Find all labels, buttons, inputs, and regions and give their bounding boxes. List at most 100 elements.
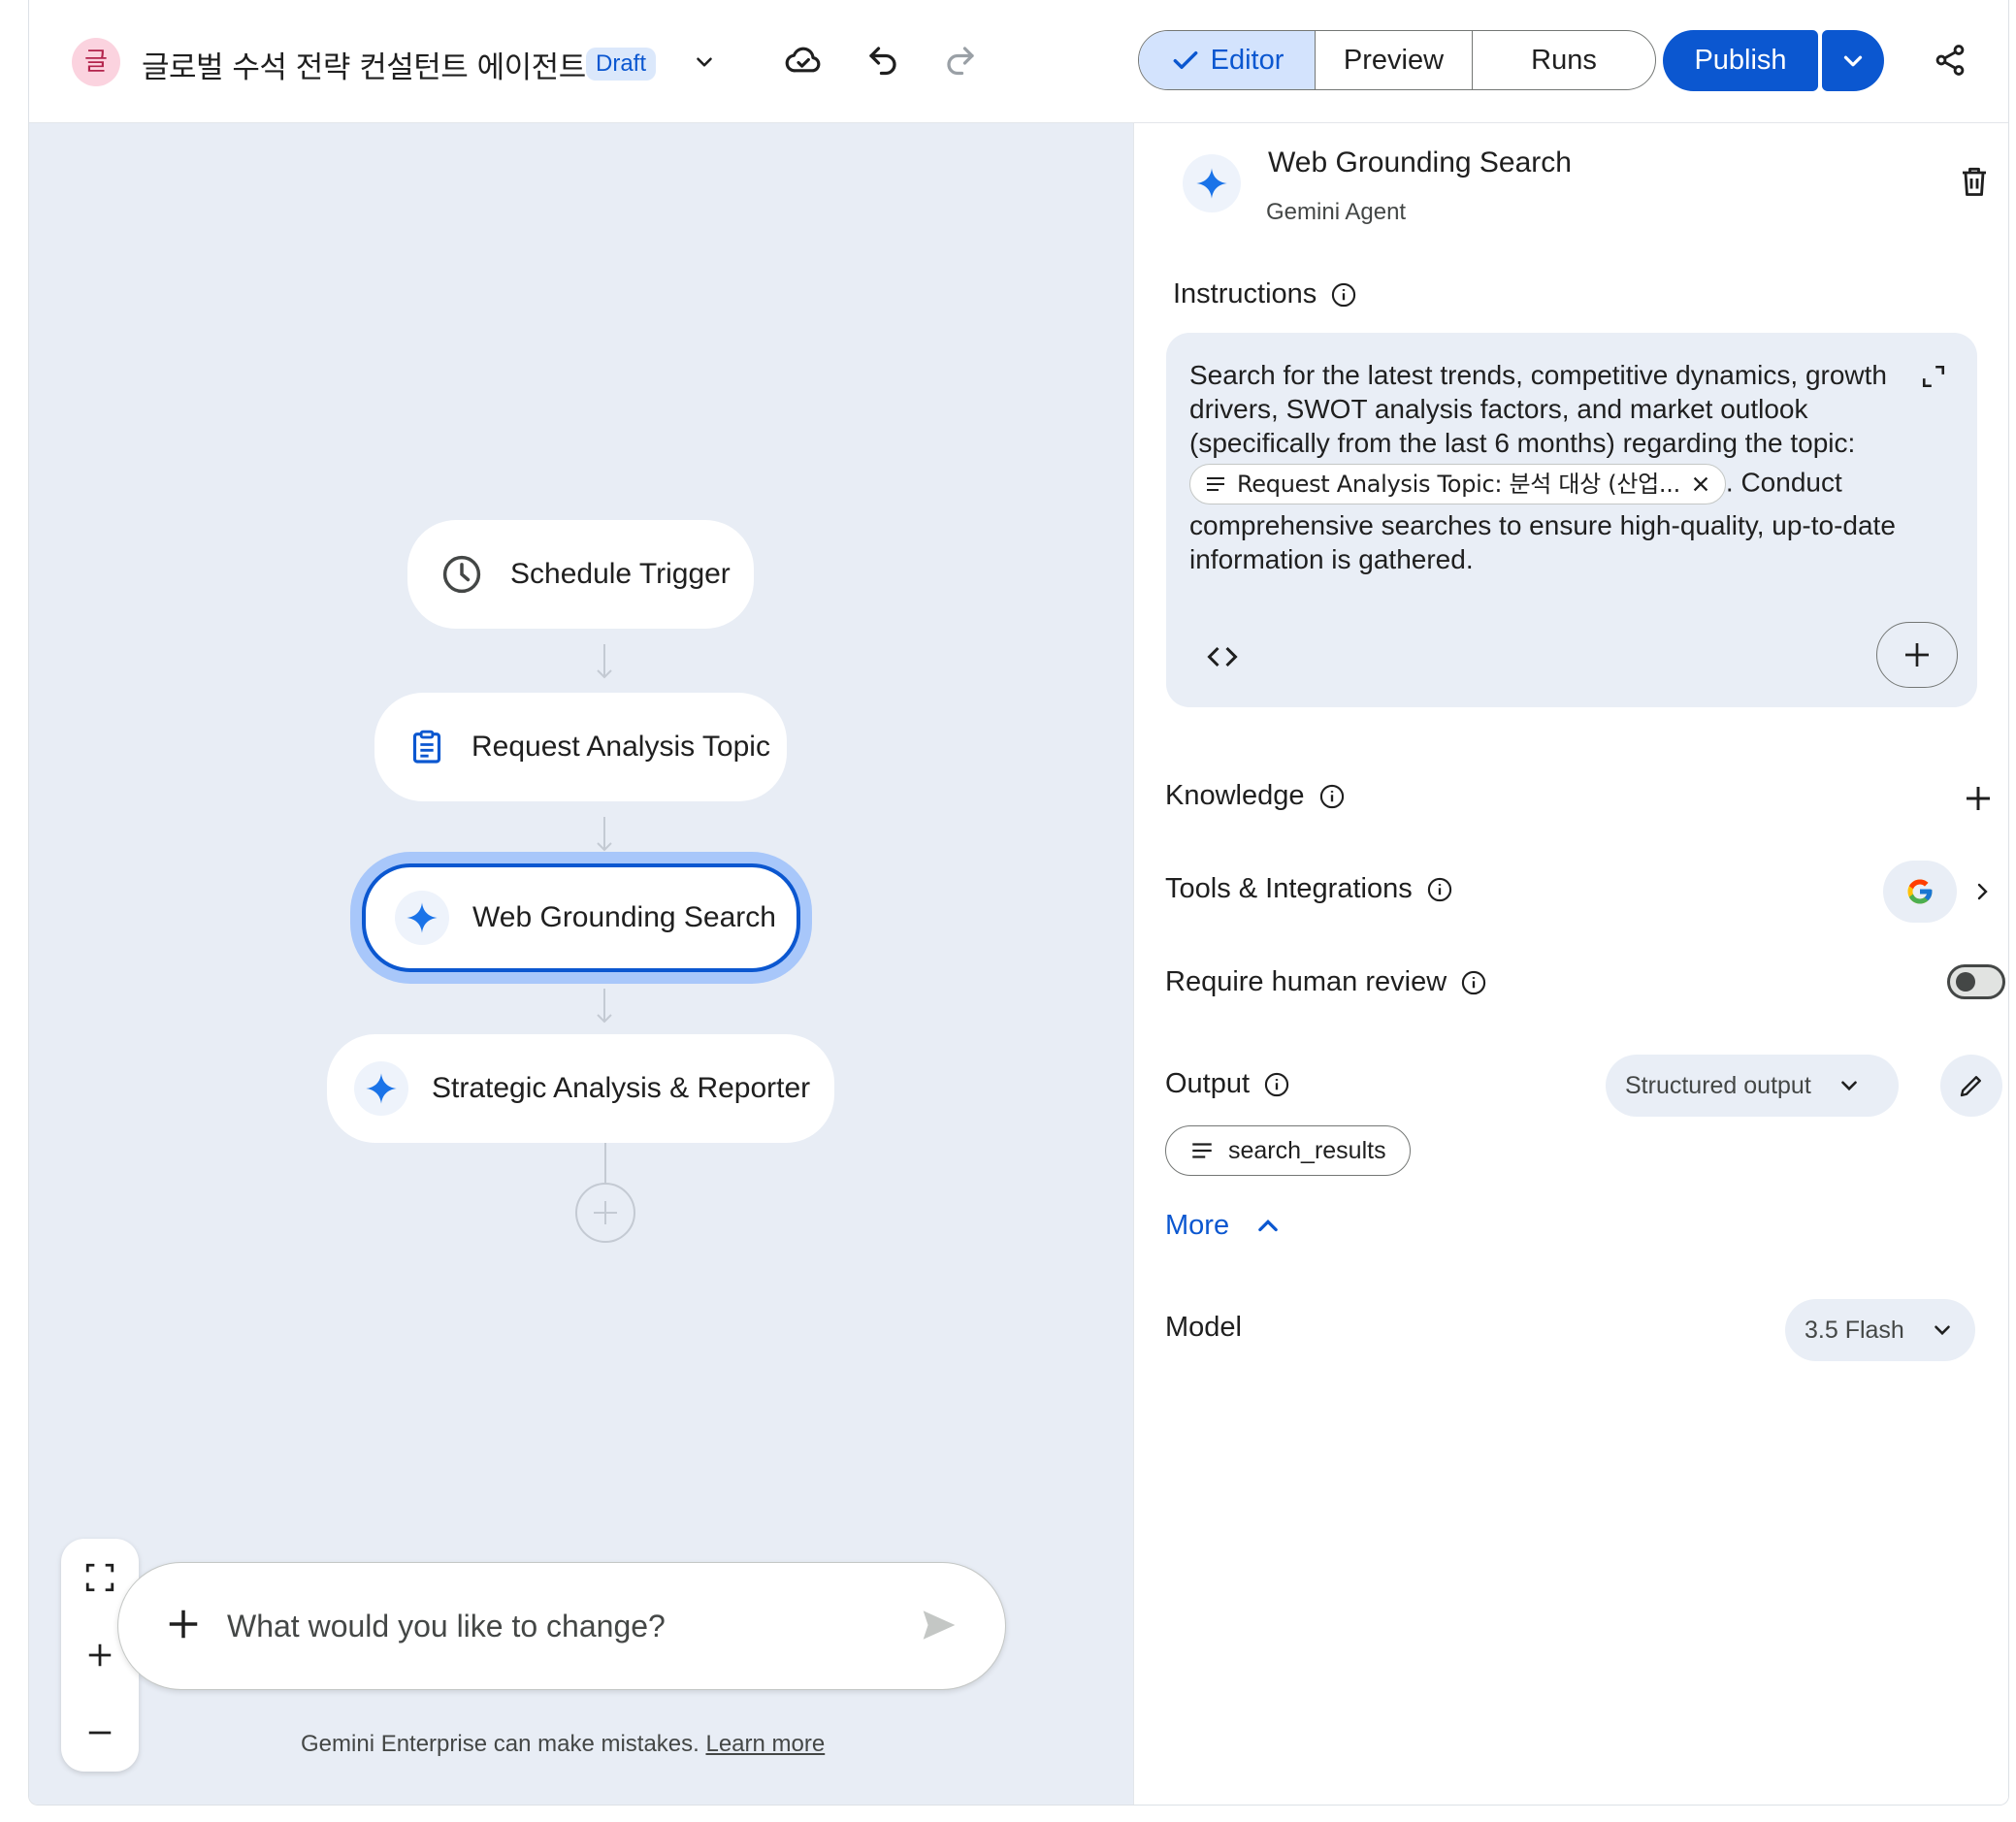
delete-button[interactable] (1957, 164, 1992, 199)
output-label: Output (1165, 1068, 1290, 1100)
plus-icon (1967, 787, 1990, 810)
info-icon (1332, 282, 1356, 307)
variable-chip[interactable]: Request Analysis Topic: 분석 대상 (산업... (1189, 464, 1726, 504)
node-web-grounding-search[interactable]: Web Grounding Search (362, 863, 800, 972)
publish-button[interactable]: Publish (1663, 30, 1818, 91)
lines-icon (1207, 477, 1224, 491)
instructions-text[interactable]: Search for the latest trends, competitiv… (1189, 358, 1927, 576)
chevron-up-icon (1258, 1219, 1278, 1231)
plus-icon (1905, 643, 1929, 667)
info-icon (1462, 970, 1486, 994)
publish-options-button[interactable] (1822, 30, 1884, 91)
variable-chip-label: Request Analysis Topic: 분석 대상 (산업... (1237, 470, 1680, 498)
add-node-button[interactable] (573, 1143, 637, 1244)
instructions-editor[interactable]: Search for the latest trends, competitiv… (1166, 333, 1977, 707)
node-settings-panel: Web Grounding Search Gemini Agent Instru… (1133, 123, 2008, 1805)
more-label: More (1165, 1210, 1230, 1241)
tab-runs[interactable]: Runs (1473, 31, 1655, 89)
info-icon (1264, 1072, 1289, 1096)
send-icon (923, 1611, 956, 1640)
instructions-text-before: Search for the latest trends, competitiv… (1189, 360, 1887, 458)
model-dropdown[interactable]: 3.5 Flash (1785, 1299, 1975, 1361)
learn-more-link[interactable]: Learn more (705, 1731, 825, 1757)
agent-title[interactable]: 글로벌 수석 전략 컨설턴트 에이전트 (142, 43, 586, 86)
disclaimer-text: Gemini Enterprise can make mistakes. (301, 1731, 699, 1757)
tools-label: Tools & Integrations (1165, 873, 1453, 905)
info-icon (1427, 877, 1451, 901)
chat-input[interactable] (225, 1600, 889, 1652)
minus-icon (88, 1731, 112, 1735)
output-field-name: search_results (1228, 1136, 1386, 1164)
knowledge-label: Knowledge (1165, 780, 1346, 812)
instructions-label-text: Instructions (1173, 278, 1317, 309)
human-review-toggle[interactable] (1947, 964, 2005, 999)
edit-output-button[interactable] (1940, 1055, 2002, 1117)
zoom-out-button[interactable] (61, 1702, 139, 1764)
output-mode-value: Structured output (1625, 1071, 1811, 1099)
tab-editor[interactable]: Editor (1139, 31, 1316, 89)
human-review-label: Require human review (1165, 966, 1487, 998)
sparkle-icon (354, 1061, 408, 1116)
plus-icon (169, 1610, 198, 1639)
node-label: Request Analysis Topic (471, 731, 770, 763)
chevron-down-icon[interactable] (681, 39, 728, 85)
add-attachment-button[interactable] (165, 1606, 202, 1643)
chevron-down-icon (1935, 1325, 1950, 1336)
send-button[interactable] (920, 1608, 959, 1643)
node-strategic-analysis-reporter[interactable]: Strategic Analysis & Reporter (327, 1034, 834, 1143)
fullscreen-icon (85, 1563, 114, 1592)
tools-chevron-right-icon[interactable] (1970, 878, 1994, 905)
redo-icon[interactable] (937, 37, 984, 83)
tools-label-text: Tools & Integrations (1165, 873, 1413, 904)
disclaimer: Gemini Enterprise can make mistakes. Lea… (301, 1731, 825, 1758)
pencil-icon (1960, 1076, 1981, 1097)
output-label-text: Output (1165, 1068, 1251, 1099)
workflow-canvas[interactable]: Schedule Trigger Request Analysis Topic … (29, 123, 1133, 1805)
expand-editor-button[interactable] (1921, 364, 1946, 389)
add-knowledge-button[interactable] (1963, 783, 1994, 814)
sparkle-icon (1183, 154, 1241, 212)
cloud-saved-icon[interactable] (780, 37, 827, 83)
connector-arrow (595, 987, 614, 1025)
instructions-label: Instructions (1173, 278, 1357, 310)
code-view-button[interactable] (1205, 639, 1240, 674)
tab-runs-label: Runs (1531, 44, 1597, 76)
code-icon (1207, 646, 1238, 667)
lines-icon (1192, 1143, 1212, 1158)
avatar[interactable]: 글 (72, 38, 120, 86)
output-mode-dropdown[interactable]: Structured output (1606, 1055, 1899, 1117)
tab-preview[interactable]: Preview (1316, 31, 1473, 89)
tab-preview-label: Preview (1343, 44, 1445, 76)
share-icon[interactable] (1927, 37, 1973, 83)
expand-icon (1922, 365, 1945, 388)
app-window: 글 글로벌 수석 전략 컨설턴트 에이전트 Draft Editor Previ… (28, 0, 2009, 1806)
undo-icon[interactable] (860, 37, 906, 83)
status-badge: Draft (586, 48, 657, 81)
chat-composer (117, 1562, 1006, 1690)
chevron-down-icon (1843, 55, 1863, 66)
node-schedule-trigger[interactable]: Schedule Trigger (407, 520, 754, 629)
more-toggle[interactable]: More (1165, 1210, 1282, 1242)
node-label: Strategic Analysis & Reporter (432, 1072, 811, 1104)
human-review-label-text: Require human review (1165, 966, 1447, 997)
insert-variable-button[interactable] (1876, 622, 1958, 688)
check-icon (1170, 45, 1201, 76)
output-field-chip[interactable]: search_results (1165, 1125, 1411, 1176)
close-icon (1693, 476, 1708, 492)
clock-icon (440, 553, 483, 596)
node-request-analysis-topic[interactable]: Request Analysis Topic (374, 693, 787, 801)
info-icon (1319, 784, 1344, 808)
chevron-down-icon (1840, 1081, 1857, 1091)
trash-icon (1963, 167, 1986, 196)
connector-arrow (595, 642, 614, 681)
clipboard-icon (407, 728, 446, 766)
plus-icon (88, 1643, 112, 1667)
mode-tabs: Editor Preview Runs (1138, 30, 1656, 90)
google-search-tool[interactable] (1883, 861, 1957, 923)
toggle-knob (1956, 972, 1975, 992)
panel-title[interactable]: Web Grounding Search (1268, 146, 1572, 179)
model-label: Model (1165, 1312, 1242, 1344)
knowledge-label-text: Knowledge (1165, 780, 1305, 811)
top-bar: 글 글로벌 수석 전략 컨설턴트 에이전트 Draft Editor Previ… (29, 0, 2008, 123)
model-label-text: Model (1165, 1312, 1242, 1343)
